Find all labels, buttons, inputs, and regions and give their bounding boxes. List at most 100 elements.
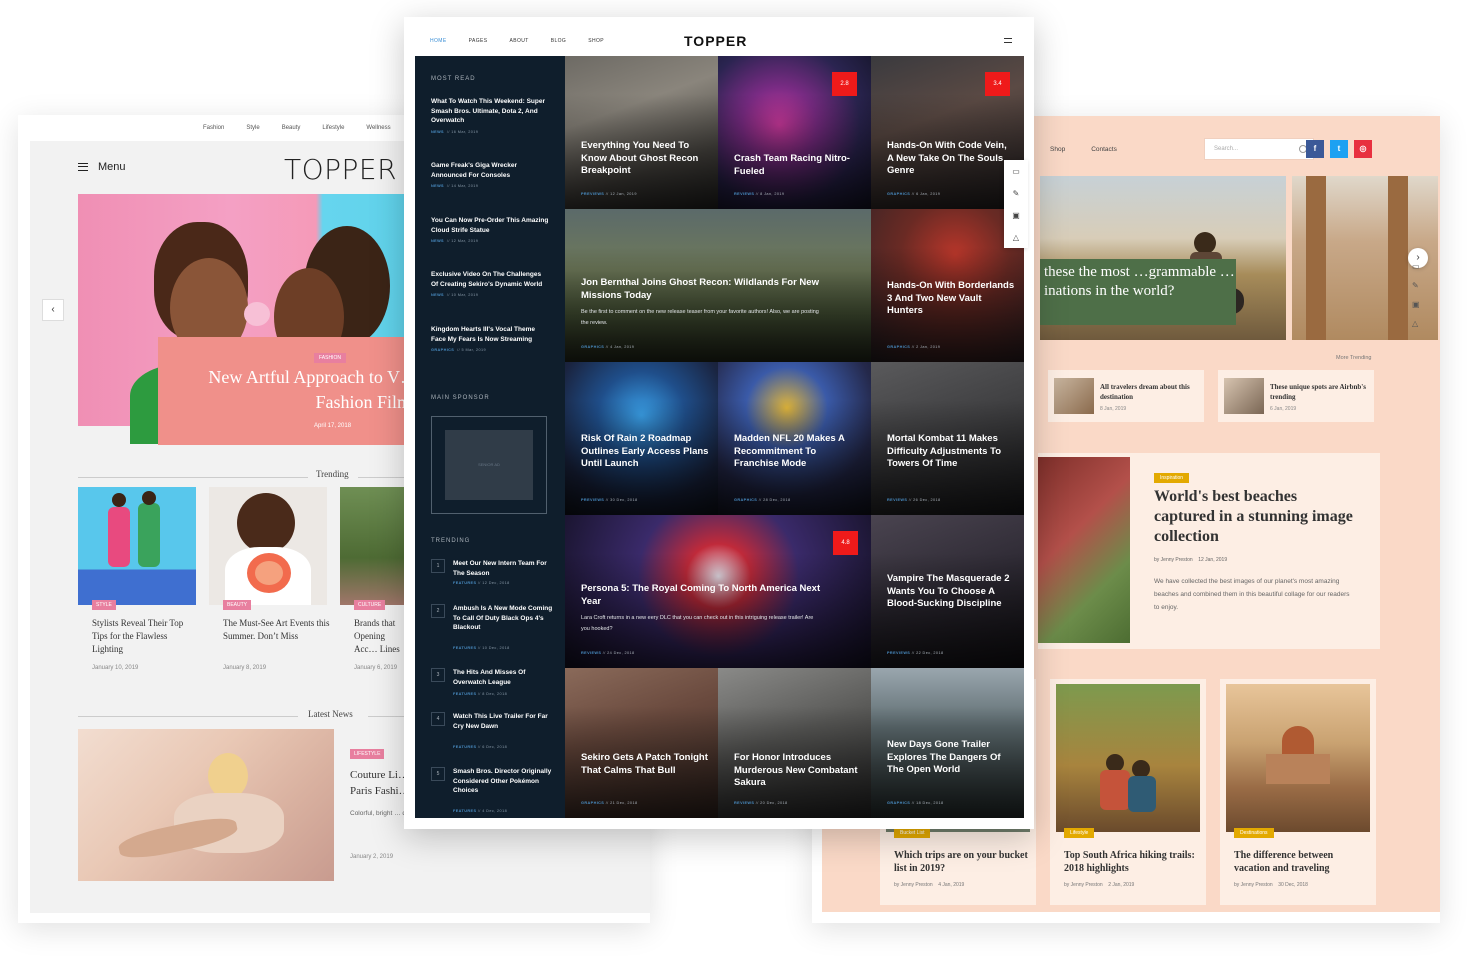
slider-prev-button[interactable]: ‹: [42, 299, 64, 321]
nav-shop[interactable]: Shop: [1050, 146, 1065, 153]
layers-icon[interactable]: ▣: [1012, 211, 1020, 220]
article-tile-3[interactable]: 3.4 Hands-On With Code Vein, A New Take …: [871, 56, 1024, 209]
article-title-11[interactable]: Sekiro Gets A Patch Tonight That Calms T…: [581, 752, 709, 777]
article-title-5[interactable]: Hands-On With Borderlands 3 And Two New …: [887, 280, 1015, 318]
article-tile-4[interactable]: Jon Bernthal Joins Ghost Recon: Wildland…: [565, 209, 872, 362]
nav-style[interactable]: Style: [246, 125, 259, 131]
nav-shop[interactable]: SHOP: [588, 38, 604, 44]
most-read-item-1[interactable]: What To Watch This Weekend: Super Smash …: [431, 97, 549, 134]
edit-icon[interactable]: ✎: [1013, 189, 1020, 198]
edit-icon[interactable]: ✎: [1412, 281, 1420, 290]
card-tag-3[interactable]: Destinations: [1234, 828, 1274, 838]
hamburger-icon[interactable]: [1004, 38, 1012, 43]
nav-contacts[interactable]: Contacts: [1091, 146, 1117, 153]
trending-image-3[interactable]: [340, 487, 406, 605]
nav-fashion[interactable]: Fashion: [203, 125, 224, 131]
article-title-7[interactable]: Madden NFL 20 Makes A Recommitment To Fr…: [734, 433, 862, 471]
article-tile-2[interactable]: 2.8 Crash Team Racing Nitro-Fueled REVIE…: [718, 56, 871, 209]
most-read-item-3[interactable]: You Can Now Pre-Order This Amazing Cloud…: [431, 216, 549, 243]
article-tile-11[interactable]: Sekiro Gets A Patch Tonight That Calms T…: [565, 668, 718, 818]
nav-pages[interactable]: PAGES: [469, 38, 488, 44]
article-tile-7[interactable]: Madden NFL 20 Makes A Recommitment To Fr…: [718, 362, 871, 515]
trending-image-2[interactable]: [209, 487, 327, 605]
latest-news-image[interactable]: [78, 729, 334, 881]
trending-title-3[interactable]: The Hits And Misses Of Overwatch League: [453, 668, 553, 687]
card-tag-1[interactable]: Bucket List: [894, 828, 931, 838]
nav-beauty[interactable]: Beauty: [282, 125, 301, 131]
latest-news-title[interactable]: Couture Li… Paris Fashi…: [350, 767, 410, 799]
menu-button[interactable]: Menu: [78, 161, 126, 173]
search-input[interactable]: Search...: [1204, 138, 1314, 160]
trending-tag-3[interactable]: CULTURE: [354, 600, 386, 610]
featured-tag[interactable]: Inspiration: [1154, 473, 1190, 483]
article-title-10[interactable]: Vampire The Masquerade 2 Wants You To Ch…: [887, 573, 1015, 611]
featured-image[interactable]: [1038, 457, 1130, 643]
article-title-9[interactable]: Persona 5: The Royal Coming To North Ame…: [581, 583, 831, 608]
nav-lifestyle[interactable]: Lifestyle: [322, 125, 344, 131]
hero-caption[interactable]: FASHION New Artful Approach to V… Fashio…: [158, 337, 420, 445]
featured-title[interactable]: World's best beaches captured in a stunn…: [1154, 487, 1354, 547]
most-read-item-2[interactable]: Game Freak's Giga Wrecker Announced For …: [431, 161, 549, 188]
article-title-3[interactable]: Hands-On With Code Vein, A New Take On T…: [887, 140, 1015, 178]
card-image-2[interactable]: [1056, 684, 1200, 832]
mini-post-2[interactable]: These unique spots are Airbnb's trending…: [1218, 370, 1374, 422]
article-tile-5[interactable]: Hands-On With Borderlands 3 And Two New …: [871, 209, 1024, 362]
article-title-1[interactable]: Everything You Need To Know About Ghost …: [581, 140, 709, 178]
card-title-3[interactable]: The difference between vacation and trav…: [1234, 849, 1368, 875]
article-tile-8[interactable]: Mortal Kombat 11 Makes Difficulty Adjust…: [871, 362, 1024, 515]
sponsor-ad[interactable]: SENIOR AD: [445, 430, 533, 500]
nav-blog[interactable]: BLOG: [551, 38, 567, 44]
sponsor-box[interactable]: SENIOR AD: [431, 416, 547, 514]
trending-tag-1[interactable]: STYLE: [92, 600, 116, 610]
most-read-title-4[interactable]: Exclusive Video On The Challenges Of Cre…: [431, 270, 549, 289]
article-title-8[interactable]: Mortal Kombat 11 Makes Difficulty Adjust…: [887, 433, 1015, 471]
trending-title-3[interactable]: Brands that Opening Acc… Lines: [354, 617, 406, 656]
article-tile-9[interactable]: 4.8 Persona 5: The Royal Coming To North…: [565, 515, 872, 668]
fashion-logo[interactable]: TOPPER: [284, 153, 397, 186]
card-image-3[interactable]: [1226, 684, 1370, 832]
mini-thumb-2[interactable]: [1224, 378, 1264, 414]
nav-home[interactable]: HOME: [430, 38, 447, 44]
instagram-icon[interactable]: ◎: [1354, 140, 1372, 158]
article-title-13[interactable]: New Days Gone Trailer Explores The Dange…: [887, 739, 1015, 777]
card-title-1[interactable]: Which trips are on your bucket list in 2…: [894, 849, 1028, 875]
facebook-icon[interactable]: f: [1306, 140, 1324, 158]
travel-card-3[interactable]: Destinations The difference between vaca…: [1220, 679, 1376, 905]
nav-wellness[interactable]: Wellness: [366, 125, 390, 131]
trending-title-2[interactable]: The Must-See Art Events this Summer. Don…: [223, 617, 331, 643]
article-title-2[interactable]: Crash Team Racing Nitro-Fueled: [734, 153, 862, 178]
monitor-icon[interactable]: ▭: [1012, 167, 1020, 176]
bag-icon[interactable]: △: [1412, 319, 1420, 328]
gaming-logo[interactable]: TOPPER: [684, 33, 747, 49]
nav-about[interactable]: ABOUT: [509, 38, 528, 44]
most-read-item-4[interactable]: Exclusive Video On The Challenges Of Cre…: [431, 270, 549, 297]
article-tile-13[interactable]: New Days Gone Trailer Explores The Dange…: [871, 668, 1024, 818]
card-title-2[interactable]: Top South Africa hiking trails: 2018 hig…: [1064, 849, 1198, 875]
mini-title-1[interactable]: All travelers dream about this destinati…: [1100, 382, 1200, 402]
trending-title-1[interactable]: Stylists Reveal Their Top Tips for the F…: [92, 617, 200, 656]
trending-title-4[interactable]: Watch This Live Trailer For Far Cry New …: [453, 712, 553, 731]
mini-thumb-1[interactable]: [1054, 378, 1094, 414]
article-title-12[interactable]: For Honor Introduces Murderous New Comba…: [734, 752, 862, 790]
slide-caption[interactable]: these the most …grammable …inations in t…: [1040, 259, 1236, 325]
most-read-title-2[interactable]: Game Freak's Giga Wrecker Announced For …: [431, 161, 549, 180]
most-read-title-1[interactable]: What To Watch This Weekend: Super Smash …: [431, 97, 549, 126]
most-read-title-5[interactable]: Kingdom Hearts III's Vocal Theme Face My…: [431, 325, 549, 344]
travel-card-2[interactable]: Lifestyle Top South Africa hiking trails…: [1050, 679, 1206, 905]
article-tile-10[interactable]: Vampire The Masquerade 2 Wants You To Ch…: [871, 515, 1024, 668]
layers-icon[interactable]: ▣: [1412, 300, 1420, 309]
trending-tag-2[interactable]: BEAUTY: [223, 600, 252, 610]
article-tile-12[interactable]: For Honor Introduces Murderous New Comba…: [718, 668, 871, 818]
trending-title-2[interactable]: Ambush Is A New Mode Coming To Call Of D…: [453, 604, 553, 633]
article-tile-1[interactable]: Everything You Need To Know About Ghost …: [565, 56, 718, 209]
trending-title-5[interactable]: Smash Bros. Director Originally Consider…: [453, 767, 553, 796]
mini-title-2[interactable]: These unique spots are Airbnb's trending: [1270, 382, 1370, 402]
trending-title-1[interactable]: Meet Our New Intern Team For The Season: [453, 559, 553, 578]
bag-icon[interactable]: △: [1013, 233, 1019, 242]
monitor-icon[interactable]: ▭: [1412, 262, 1420, 271]
article-title-6[interactable]: Risk Of Rain 2 Roadmap Outlines Early Ac…: [581, 433, 709, 471]
most-read-title-3[interactable]: You Can Now Pre-Order This Amazing Cloud…: [431, 216, 549, 235]
card-tag-2[interactable]: Lifestyle: [1064, 828, 1095, 838]
twitter-icon[interactable]: t: [1330, 140, 1348, 158]
mini-post-1[interactable]: All travelers dream about this destinati…: [1048, 370, 1204, 422]
